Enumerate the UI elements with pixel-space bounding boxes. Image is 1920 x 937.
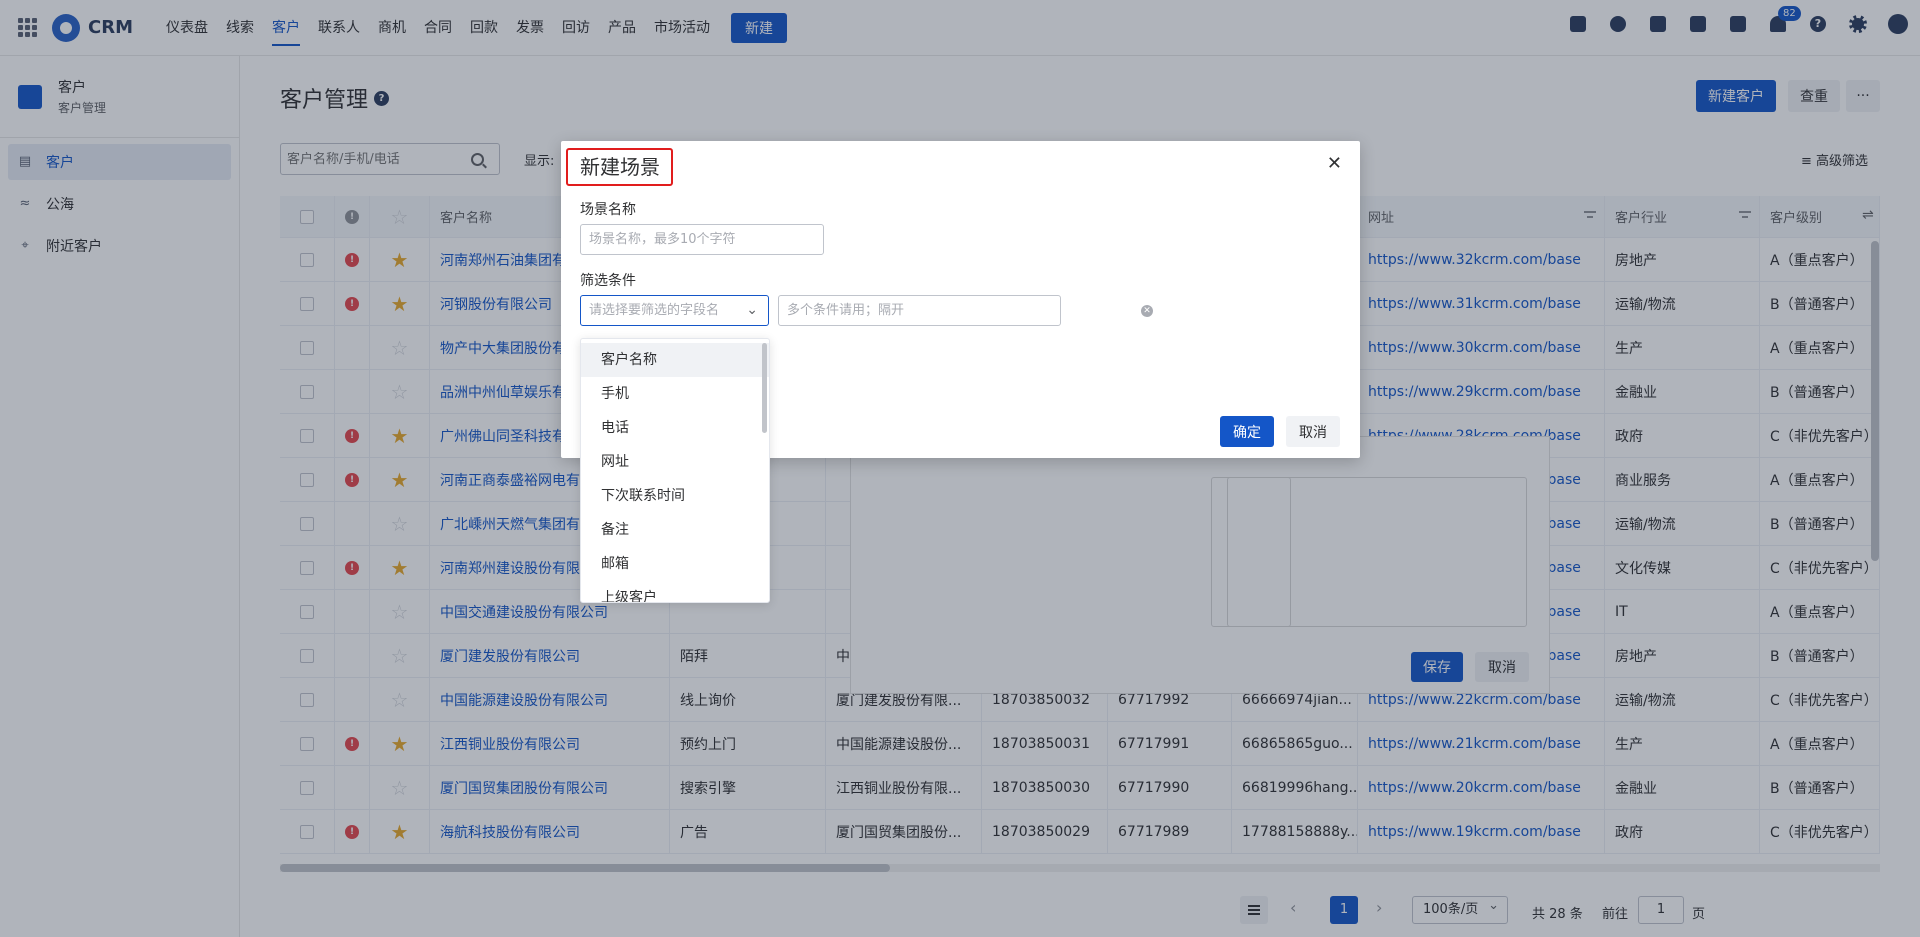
dropdown-option[interactable]: 客户名称 bbox=[581, 343, 769, 377]
condition-input[interactable]: 多个条件请用；隔开 bbox=[778, 295, 1061, 326]
scene-name-input[interactable]: 场景名称，最多10个字符 bbox=[580, 224, 824, 255]
dropdown-option[interactable]: 上级客户 bbox=[581, 581, 769, 602]
dialog-title: 新建场景 bbox=[566, 148, 673, 186]
dropdown-option[interactable]: 电话 bbox=[581, 411, 769, 445]
cancel-button[interactable]: 取消 bbox=[1286, 416, 1340, 447]
field-select-placeholder: 请选择要筛选的字段名 bbox=[589, 303, 720, 318]
filter-condition-label: 筛选条件 bbox=[580, 273, 636, 289]
clear-icon[interactable]: ✕ bbox=[1141, 305, 1153, 317]
dropdown-option[interactable]: 网址 bbox=[581, 445, 769, 479]
dropdown-option[interactable]: 手机 bbox=[581, 377, 769, 411]
chevron-down-icon: ⌄ bbox=[746, 302, 758, 318]
field-dropdown: 客户名称 手机 电话 网址 下次联系时间 备注 邮箱 上级客户 bbox=[580, 338, 770, 603]
confirm-button[interactable]: 确定 bbox=[1220, 416, 1274, 447]
dropdown-option[interactable]: 下次联系时间 bbox=[581, 479, 769, 513]
dropdown-option[interactable]: 备注 bbox=[581, 513, 769, 547]
dropdown-option[interactable]: 邮箱 bbox=[581, 547, 769, 581]
close-icon[interactable]: ✕ bbox=[1327, 155, 1342, 173]
dropdown-scrollbar[interactable] bbox=[762, 343, 767, 433]
scene-name-label: 场景名称 bbox=[580, 202, 636, 218]
field-select[interactable]: 请选择要筛选的字段名 ⌄ bbox=[580, 295, 769, 326]
